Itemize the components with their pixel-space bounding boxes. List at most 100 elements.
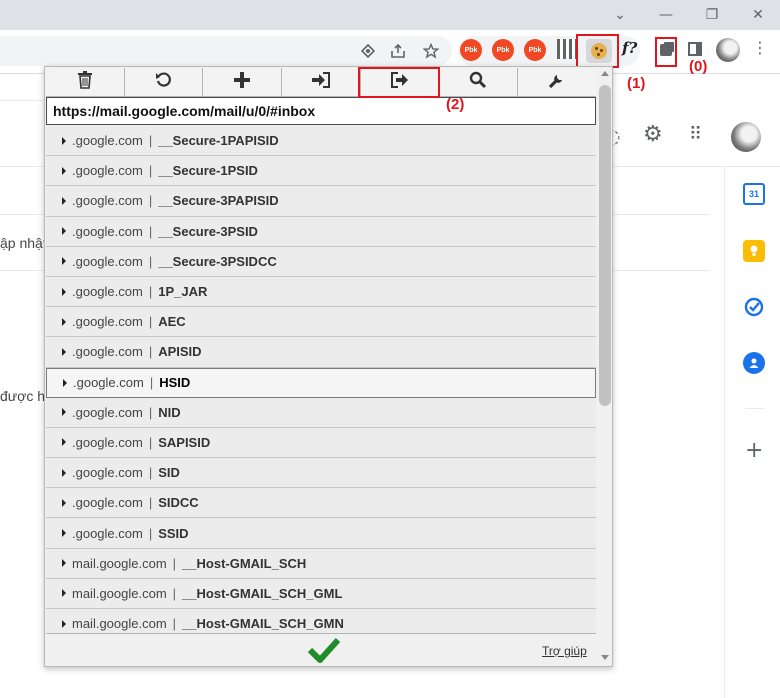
- save-checkmark-icon[interactable]: [307, 637, 341, 666]
- cookie-row[interactable]: .google.com | HSID: [46, 367, 596, 398]
- cookie-row[interactable]: mail.google.com | __Host-GMAIL_SCH_GMN: [46, 609, 596, 633]
- title-bar: ⌄ — ❐ ✕: [0, 0, 780, 30]
- annotation-box-extensions: [655, 37, 677, 67]
- expand-triangle-icon[interactable]: [62, 589, 66, 598]
- help-link[interactable]: Trợ giúp: [542, 644, 587, 658]
- cookie-row[interactable]: .google.com | APISID: [46, 337, 596, 368]
- expand-triangle-icon[interactable]: [62, 438, 66, 447]
- expand-triangle-icon[interactable]: [62, 257, 66, 266]
- share-icon[interactable]: [386, 39, 410, 63]
- expand-triangle-icon[interactable]: [62, 559, 66, 568]
- expand-triangle-icon[interactable]: [62, 498, 66, 507]
- cookie-row[interactable]: mail.google.com | __Host-GMAIL_SCH_GML: [46, 578, 596, 609]
- restore-button[interactable]: ❐: [689, 0, 735, 30]
- expand-triangle-icon[interactable]: [63, 378, 67, 387]
- cookie-row[interactable]: .google.com | 1P_JAR: [46, 276, 596, 308]
- pbk-extension-icon[interactable]: Pbk: [492, 39, 514, 61]
- trash-icon: [77, 70, 93, 94]
- cookie-list: .google.com | __Secure-1PAPISID .google.com…: [46, 126, 596, 633]
- scroll-down-arrow-icon[interactable]: [601, 655, 609, 660]
- cookie-row[interactable]: .google.com | __Secure-3PAPISID: [46, 186, 596, 217]
- plus-icon: [234, 71, 251, 93]
- cookie-row[interactable]: .google.com | SSID: [46, 518, 596, 549]
- expand-triangle-icon[interactable]: [62, 529, 66, 538]
- cookie-row[interactable]: .google.com | NID: [46, 397, 596, 428]
- search-button[interactable]: [439, 68, 519, 97]
- cookie-editor-popup: https://mail.google.com/mail/u/0/#inbox …: [44, 66, 613, 667]
- cookie-separator: |: [148, 133, 153, 149]
- tab-search-chevron-icon[interactable]: ⌄: [597, 0, 643, 30]
- cookie-row[interactable]: .google.com | __Secure-3PSID: [46, 216, 596, 247]
- cookie-name: HSID: [159, 375, 191, 391]
- cookie-row[interactable]: .google.com | SIDCC: [46, 488, 596, 519]
- cookie-separator: |: [148, 465, 153, 481]
- cookie-row[interactable]: .google.com | __Secure-3PSIDCC: [46, 246, 596, 277]
- cookie-separator: |: [148, 253, 153, 269]
- cookie-name: __Secure-1PAPISID: [158, 133, 279, 149]
- add-cookie-button[interactable]: [203, 68, 283, 97]
- scroll-up-arrow-icon[interactable]: [601, 71, 609, 76]
- search-icon: [469, 71, 487, 94]
- expand-triangle-icon[interactable]: [62, 347, 66, 356]
- cookie-name: NID: [158, 404, 181, 420]
- cookie-name: APISID: [158, 344, 202, 360]
- delete-all-button[interactable]: [46, 68, 125, 97]
- cookie-row[interactable]: .google.com | __Secure-1PSID: [46, 156, 596, 187]
- cookie-separator: |: [148, 284, 153, 300]
- fx-extension-icon[interactable]: f?: [622, 39, 637, 57]
- cookie-row[interactable]: .google.com | SAPISID: [46, 427, 596, 459]
- minimize-button[interactable]: —: [643, 0, 689, 30]
- pbk-extension-icon[interactable]: Pbk: [524, 39, 546, 61]
- expand-triangle-icon[interactable]: [62, 166, 66, 175]
- keep-icon[interactable]: [743, 240, 765, 262]
- cookie-separator: |: [172, 555, 177, 571]
- gmail-account-avatar[interactable]: [731, 122, 761, 152]
- page-url-field[interactable]: https://mail.google.com/mail/u/0/#inbox: [46, 97, 596, 125]
- annotation-label-1: (1): [627, 75, 646, 92]
- qr-code-icon[interactable]: [557, 39, 577, 59]
- bookmark-star-icon[interactable]: [419, 39, 443, 63]
- cookie-separator: |: [148, 193, 153, 209]
- expand-triangle-icon[interactable]: [62, 227, 66, 236]
- add-addon-plus-icon[interactable]: +: [745, 438, 763, 463]
- pbk-extension-icon[interactable]: Pbk: [460, 39, 482, 61]
- apps-grid-icon[interactable]: ⠿: [689, 124, 702, 145]
- expand-triangle-icon[interactable]: [62, 468, 66, 477]
- settings-gear-icon[interactable]: ⚙: [643, 122, 663, 147]
- browser-menu-icon[interactable]: ⋮: [752, 38, 768, 57]
- expand-triangle-icon[interactable]: [62, 136, 66, 145]
- cookie-separator: |: [148, 163, 153, 179]
- expand-triangle-icon[interactable]: [62, 317, 66, 326]
- reset-button[interactable]: [124, 68, 204, 97]
- side-panel-icon[interactable]: [688, 42, 702, 56]
- cookie-domain: .google.com: [72, 344, 143, 360]
- calendar-icon[interactable]: 31: [743, 183, 765, 205]
- cookie-row[interactable]: .google.com | __Secure-1PAPISID: [46, 126, 596, 157]
- cookie-domain: mail.google.com: [72, 555, 167, 571]
- cookie-name: SAPISID: [158, 434, 211, 450]
- popup-toolbar: [46, 68, 597, 97]
- cookie-row[interactable]: .google.com | AEC: [46, 307, 596, 338]
- expand-triangle-icon[interactable]: [62, 619, 66, 628]
- address-bar[interactable]: [0, 36, 452, 66]
- cookie-row[interactable]: mail.google.com | __Host-GMAIL_SCH: [46, 548, 596, 579]
- expand-triangle-icon[interactable]: [62, 287, 66, 296]
- expand-triangle-icon[interactable]: [62, 408, 66, 417]
- cookie-domain: .google.com: [72, 223, 143, 239]
- cookie-name: __Host-GMAIL_SCH_GML: [182, 585, 343, 601]
- tasks-icon[interactable]: [743, 296, 765, 318]
- import-button[interactable]: [282, 68, 361, 97]
- close-window-button[interactable]: ✕: [735, 0, 780, 30]
- cookie-domain: .google.com: [72, 525, 143, 541]
- profile-avatar[interactable]: [716, 38, 740, 62]
- lens-icon[interactable]: [356, 39, 380, 63]
- wrench-icon: [548, 71, 566, 94]
- contacts-icon[interactable]: [743, 352, 765, 374]
- scrollbar-thumb[interactable]: [599, 85, 611, 406]
- options-button[interactable]: [518, 68, 597, 97]
- expand-triangle-icon[interactable]: [62, 196, 66, 205]
- annotation-box-cookie-extension: [576, 34, 619, 68]
- scrollbar[interactable]: [597, 67, 612, 666]
- cookie-name: __Secure-3PSIDCC: [158, 253, 277, 269]
- cookie-row[interactable]: .google.com | SID: [46, 458, 596, 489]
